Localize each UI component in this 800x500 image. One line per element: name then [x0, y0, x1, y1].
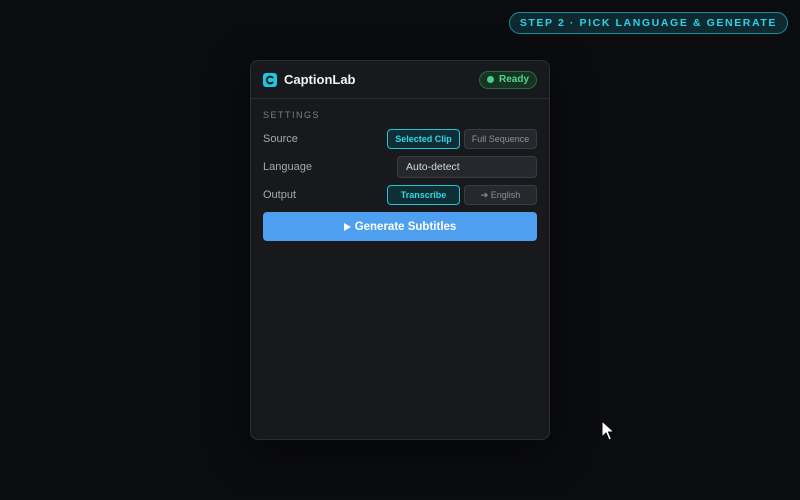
step-badge: STEP 2 · PICK LANGUAGE & GENERATE [508, 12, 788, 34]
source-option-full-sequence[interactable]: Full Sequence [464, 129, 537, 149]
status-dot-icon [486, 76, 494, 83]
source-toggle: Selected Clip Full Sequence [387, 129, 537, 149]
status-text: Ready [498, 74, 529, 85]
app-title: CaptionLab [284, 72, 356, 87]
output-option-english[interactable]: ➔ English [464, 185, 537, 205]
language-select[interactable]: Auto-detect [397, 156, 537, 178]
language-label: Language [263, 161, 312, 173]
play-icon [343, 222, 351, 231]
panel-header: CaptionLab Ready [251, 61, 549, 99]
source-option-selected-clip[interactable]: Selected Clip [387, 129, 460, 149]
source-label: Source [263, 133, 298, 145]
output-toggle: Transcribe ➔ English [387, 185, 537, 205]
captionlab-panel: CaptionLab Ready SETTINGS Source Selecte… [250, 60, 550, 440]
output-option-transcribe[interactable]: Transcribe [387, 185, 460, 205]
status-badge: Ready [478, 70, 537, 89]
language-row: Language Auto-detect [263, 156, 537, 178]
output-row: Output Transcribe ➔ English [263, 184, 537, 206]
screen: STEP 2 · PICK LANGUAGE & GENERATE Captio… [0, 0, 800, 500]
generate-button-label: Generate Subtitles [354, 220, 457, 233]
panel-body: SETTINGS Source Selected Clip Full Seque… [251, 99, 549, 241]
source-row: Source Selected Clip Full Sequence [263, 128, 537, 150]
generate-subtitles-button[interactable]: Generate Subtitles [263, 212, 537, 241]
mouse-cursor-icon [601, 420, 615, 447]
settings-section-title: SETTINGS [263, 110, 321, 120]
output-label: Output [263, 189, 297, 201]
caption-logo-icon [263, 72, 277, 87]
